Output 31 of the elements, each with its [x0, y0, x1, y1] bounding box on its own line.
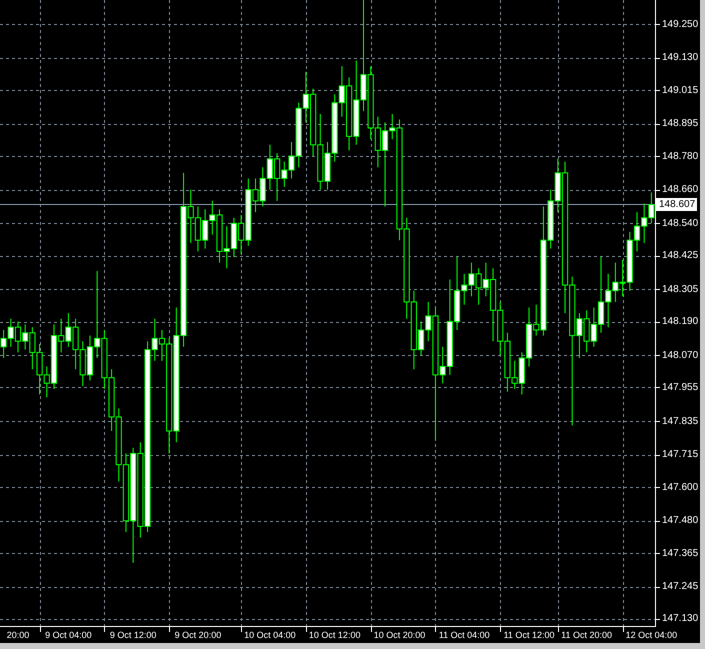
time-axis-label: 12 Oct 04:00	[626, 629, 678, 642]
price-axis-label: 148.190	[662, 315, 698, 328]
price-axis-label: 148.895	[662, 117, 698, 130]
price-axis-label: 147.130	[662, 612, 698, 626]
time-axis-label: 11 Oct 12:00	[504, 629, 554, 642]
price-axis-label: 147.835	[662, 414, 698, 428]
price-axis-label: 148.660	[662, 183, 698, 196]
price-axis-label: 148.305	[662, 282, 698, 296]
time-axis-label: 10 Oct 12:00	[308, 629, 360, 642]
time-axis-label: 20:00	[6, 629, 30, 642]
time-axis-label: 9 Oct 04:00	[45, 629, 92, 642]
price-axis-label: 147.955	[662, 380, 698, 394]
price-axis-label: 148.425	[662, 249, 698, 262]
time-axis-label: 10 Oct 04:00	[244, 629, 296, 642]
price-axis-label: 148.070	[662, 348, 698, 362]
price-axis-label: 149.250	[662, 18, 698, 31]
price-axis-label: 147.365	[662, 546, 698, 560]
time-axis-label: 10 Oct 20:00	[374, 629, 426, 642]
price-axis-label: 147.480	[662, 514, 698, 528]
time-axis-label: 9 Oct 12:00	[110, 629, 156, 642]
time-axis-label: 11 Oct 20:00	[561, 629, 612, 642]
price-axis-label: 147.245	[662, 580, 698, 594]
price-axis-label: 149.130	[662, 51, 698, 64]
price-axis-label: 148.780	[662, 150, 698, 162]
time-axis-label: 11 Oct 04:00	[438, 629, 490, 642]
price-axis-label: 147.600	[662, 480, 698, 494]
current-price-label: 148.607	[656, 198, 698, 212]
time-axis-label: 9 Oct 20:00	[174, 629, 222, 642]
price-axis-label: 148.540	[662, 216, 698, 230]
price-axis-label: 147.715	[662, 448, 698, 462]
price-axis-label: 149.015	[662, 84, 698, 97]
